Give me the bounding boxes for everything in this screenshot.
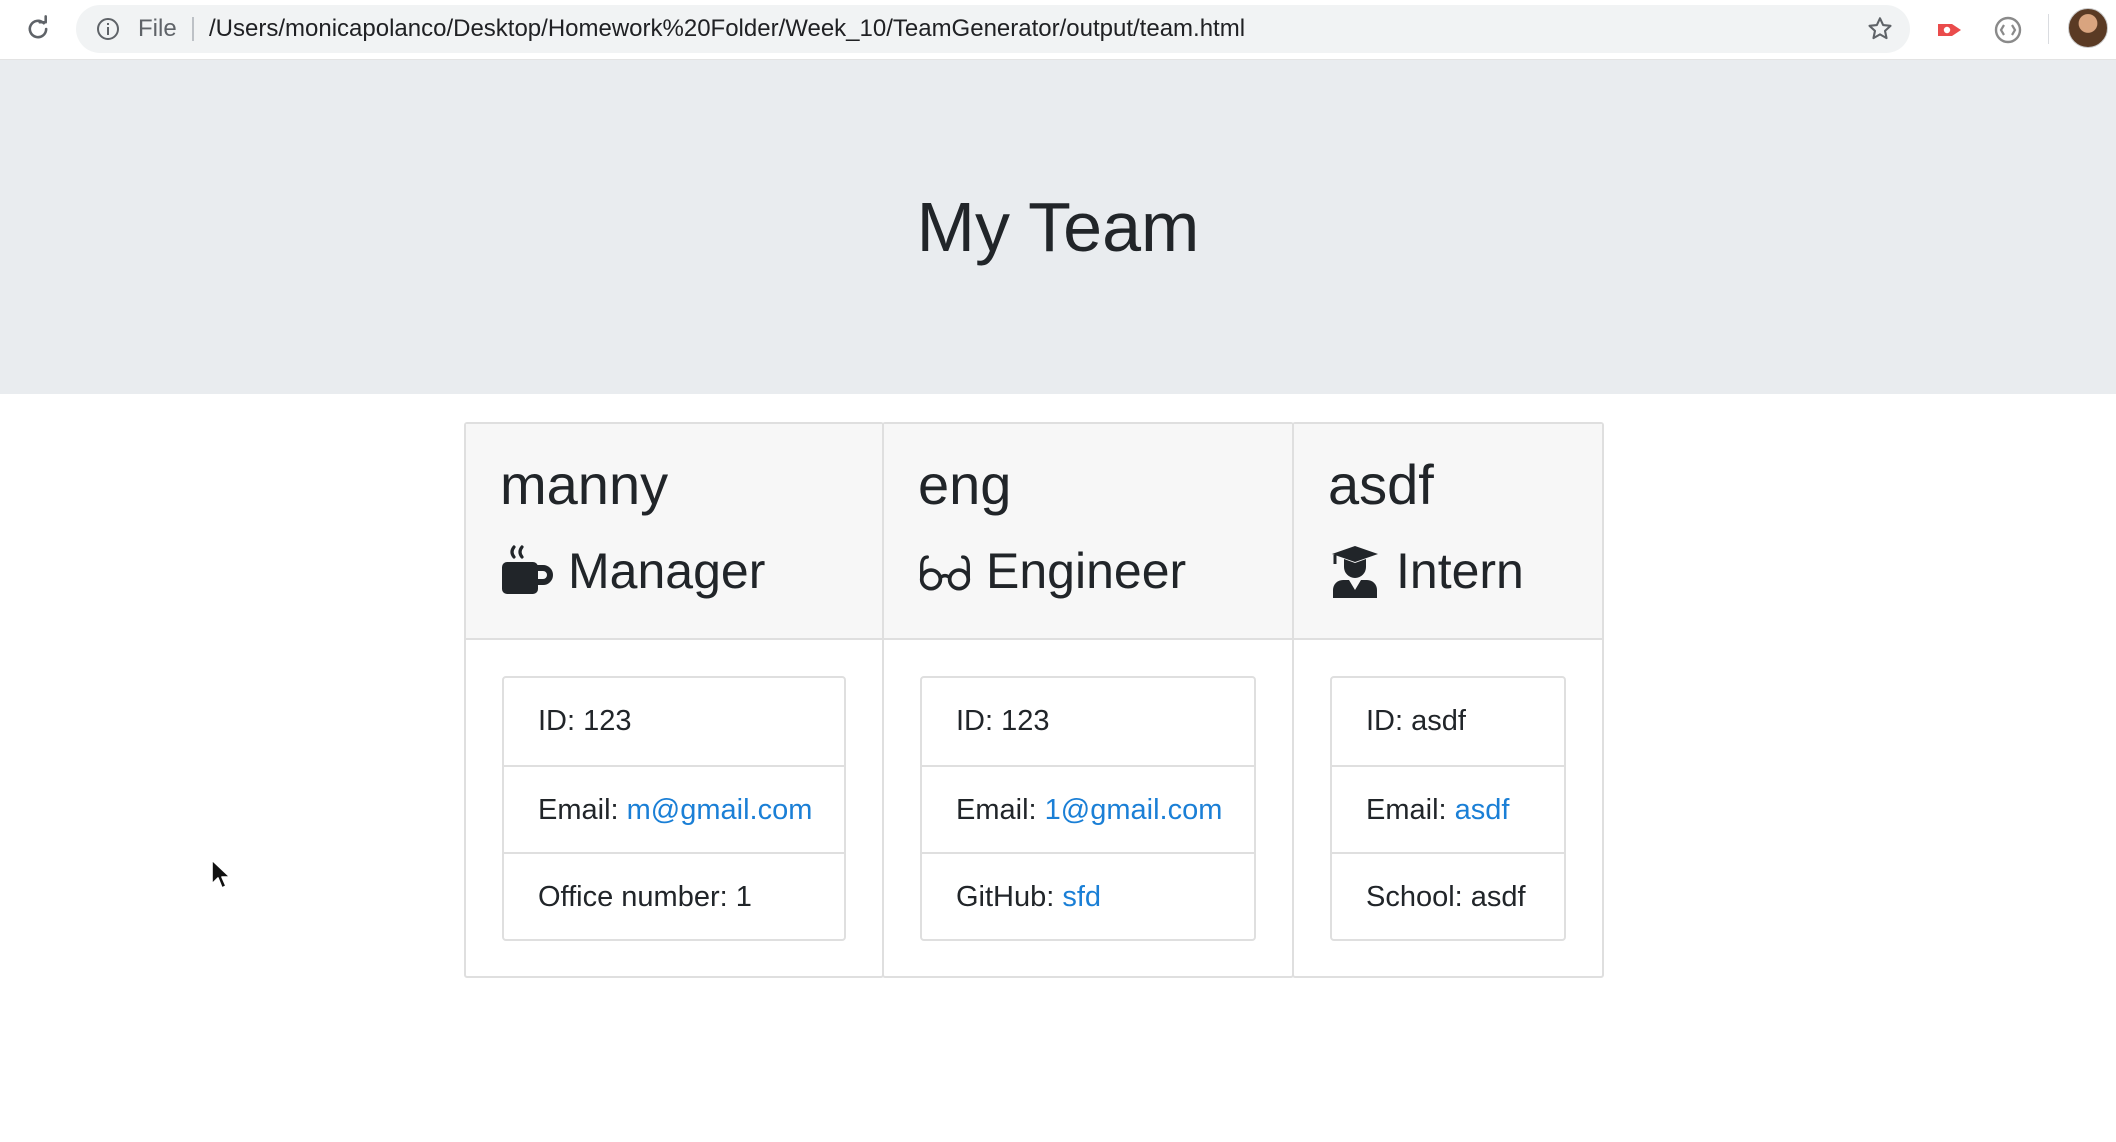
- office-number-value: 1: [735, 881, 752, 913]
- school-label: School:: [1366, 881, 1471, 913]
- address-divider: [192, 17, 194, 41]
- email-label: Email:: [538, 794, 627, 826]
- mouse-cursor-icon: [211, 859, 231, 889]
- card-body: ID: asdf Email: asdf School: asdf: [1294, 640, 1602, 977]
- employee-email-row: Email: 1@gmail.com: [922, 765, 1254, 852]
- school-value: asdf: [1470, 881, 1526, 913]
- card-body: ID: 123 Email: m@gmail.com Office number…: [466, 640, 882, 977]
- address-bar[interactable]: File /Users/monicapolanco/Desktop/Homewo…: [76, 5, 1910, 53]
- school-row: School: asdf: [1332, 852, 1564, 939]
- github-row: GitHub: sfd: [922, 852, 1254, 939]
- email-link[interactable]: asdf: [1455, 794, 1510, 826]
- employee-name: manny: [500, 453, 669, 516]
- glasses-icon: [918, 544, 972, 598]
- employee-name: eng: [918, 453, 1012, 516]
- extension-gray-icon[interactable]: [1992, 14, 2024, 46]
- employee-card-intern: asdf Intern ID: asdf Email: asdf School:…: [1292, 422, 1604, 978]
- employee-role: Intern: [1328, 536, 1524, 606]
- card-header: manny Manager: [466, 424, 882, 640]
- employee-name: asdf: [1328, 453, 1434, 516]
- email-link[interactable]: 1@gmail.com: [1045, 794, 1223, 826]
- employee-card-manager: manny Manager ID: 123 Email: m@gmail.com…: [464, 422, 884, 978]
- employee-id: ID: 123: [956, 705, 1050, 737]
- email-link[interactable]: m@gmail.com: [627, 794, 813, 826]
- url-text[interactable]: /Users/monicapolanco/Desktop/Homework%20…: [209, 5, 1245, 53]
- page-title: My Team: [916, 188, 1200, 266]
- email-label: Email:: [1366, 794, 1455, 826]
- card-header: eng Engineer: [884, 424, 1292, 640]
- email-label: Email:: [956, 794, 1045, 826]
- office-number-label: Office number:: [538, 881, 736, 913]
- office-number-row: Office number: 1: [504, 852, 844, 939]
- coffee-mug-icon: [500, 544, 554, 598]
- employee-email-row: Email: asdf: [1332, 765, 1564, 852]
- bookmark-star-icon[interactable]: [1866, 15, 1894, 43]
- employee-details-list: ID: 123 Email: 1@gmail.com GitHub: sfd: [920, 676, 1256, 941]
- employee-role: Engineer: [918, 536, 1186, 606]
- role-label: Manager: [568, 543, 766, 599]
- reload-icon: [28, 15, 48, 39]
- employee-details-list: ID: asdf Email: asdf School: asdf: [1330, 676, 1566, 941]
- github-label: GitHub:: [956, 881, 1063, 913]
- employee-id: ID: asdf: [1366, 705, 1466, 737]
- graduate-icon: [1328, 544, 1382, 598]
- site-info-icon[interactable]: [96, 17, 120, 41]
- card-body: ID: 123 Email: 1@gmail.com GitHub: sfd: [884, 640, 1292, 977]
- scheme-label: File: [138, 15, 177, 42]
- employee-card-engineer: eng Engineer ID: 123 Email: 1@gmail.com …: [882, 422, 1294, 978]
- github-link[interactable]: sfd: [1062, 881, 1101, 913]
- employee-id: ID: 123: [538, 705, 632, 737]
- employee-details-list: ID: 123 Email: m@gmail.com Office number…: [502, 676, 846, 941]
- role-label: Engineer: [986, 543, 1187, 599]
- browser-toolbar: File /Users/monicapolanco/Desktop/Homewo…: [0, 0, 2116, 60]
- header-banner: My Team: [0, 60, 2116, 394]
- employee-email-row: Email: m@gmail.com: [504, 765, 844, 852]
- profile-avatar[interactable]: [2068, 8, 2108, 48]
- toolbar-divider: [2048, 14, 2049, 44]
- employee-role: Manager: [500, 536, 765, 606]
- reload-button[interactable]: [20, 11, 56, 47]
- card-header: asdf Intern: [1294, 424, 1602, 640]
- extension-record-icon[interactable]: [1934, 14, 1966, 46]
- role-label: Intern: [1396, 543, 1524, 599]
